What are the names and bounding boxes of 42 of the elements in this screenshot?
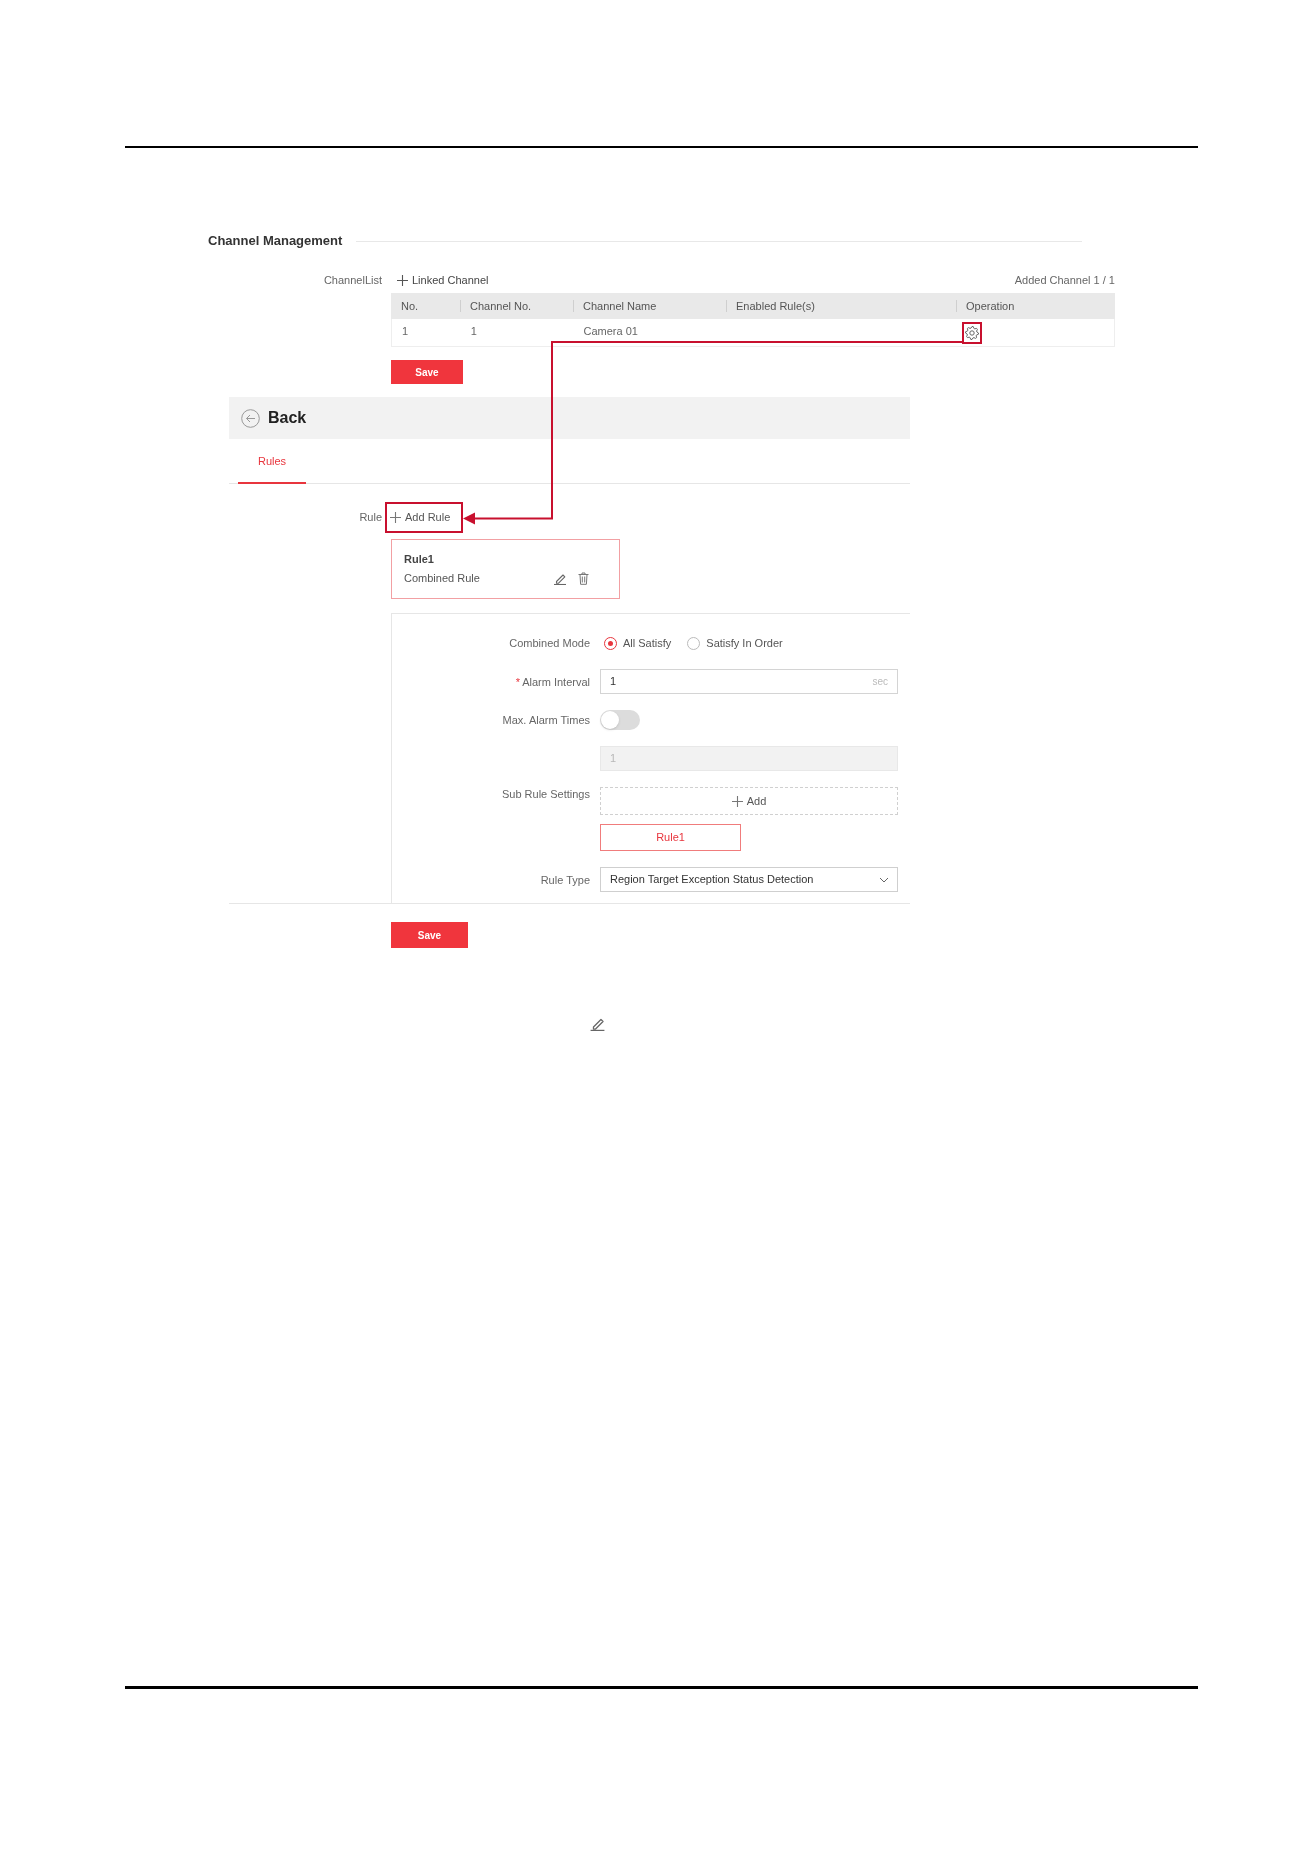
rule-title: Rule1 [404,553,435,566]
chevron-down-icon [879,876,889,883]
pencil-icon[interactable] [589,1016,606,1031]
add-rule-button[interactable]: Add Rule [390,509,451,526]
add-sub-rule-button[interactable]: Add [600,787,898,815]
tab[interactable]: Rules [238,440,306,484]
field-label: Alarm Interval [522,674,590,689]
field-label: Max. Alarm Times [502,713,590,727]
sub-rule-button[interactable]: Rule1 [600,824,741,851]
column-header: Channel Name [583,298,657,314]
input-field[interactable]: 1 sec [600,669,898,694]
column-header: Enabled Rule(s) [736,298,815,314]
trash-icon[interactable] [578,572,589,585]
column-header: Channel No. [470,298,532,314]
required-mark: * [515,674,521,689]
field-label: Sub Rule Settings [501,787,590,801]
back-button[interactable]: Back [241,406,307,430]
table-cell: 1 [470,325,477,337]
plus-icon [397,274,408,286]
table-cell: Camera 01 [583,325,638,337]
radio-option[interactable]: All Satisfy [604,634,672,652]
field-label: Combined Mode [509,636,590,650]
plus-icon [731,795,743,807]
unit-label: sec [872,675,888,689]
rule-type: Combined Rule [404,572,481,585]
channel-count: Added Channel 1 / 1 [1014,273,1115,288]
select-field[interactable]: Region Target Exception Status Detection [600,867,898,892]
radio-option[interactable]: Satisfy In Order [687,634,783,652]
save-button[interactable]: Save [391,922,468,948]
save-button[interactable]: Save [391,360,463,384]
linked-channel-button[interactable]: Linked Channel [397,272,489,288]
field-label: Rule [358,510,382,526]
column-header: No. [401,298,419,314]
section-title: Channel Management [208,233,343,249]
rule-card[interactable]: Rule1 Combined Rule [391,539,620,599]
table-cell: 1 [402,325,409,337]
pencil-icon[interactable] [553,572,567,585]
column-header: Operation [966,298,1015,314]
toggle-switch[interactable] [600,710,640,730]
field-label: ChannelList [322,273,382,288]
plus-icon [390,512,401,523]
field-label: Rule Type [540,872,590,887]
